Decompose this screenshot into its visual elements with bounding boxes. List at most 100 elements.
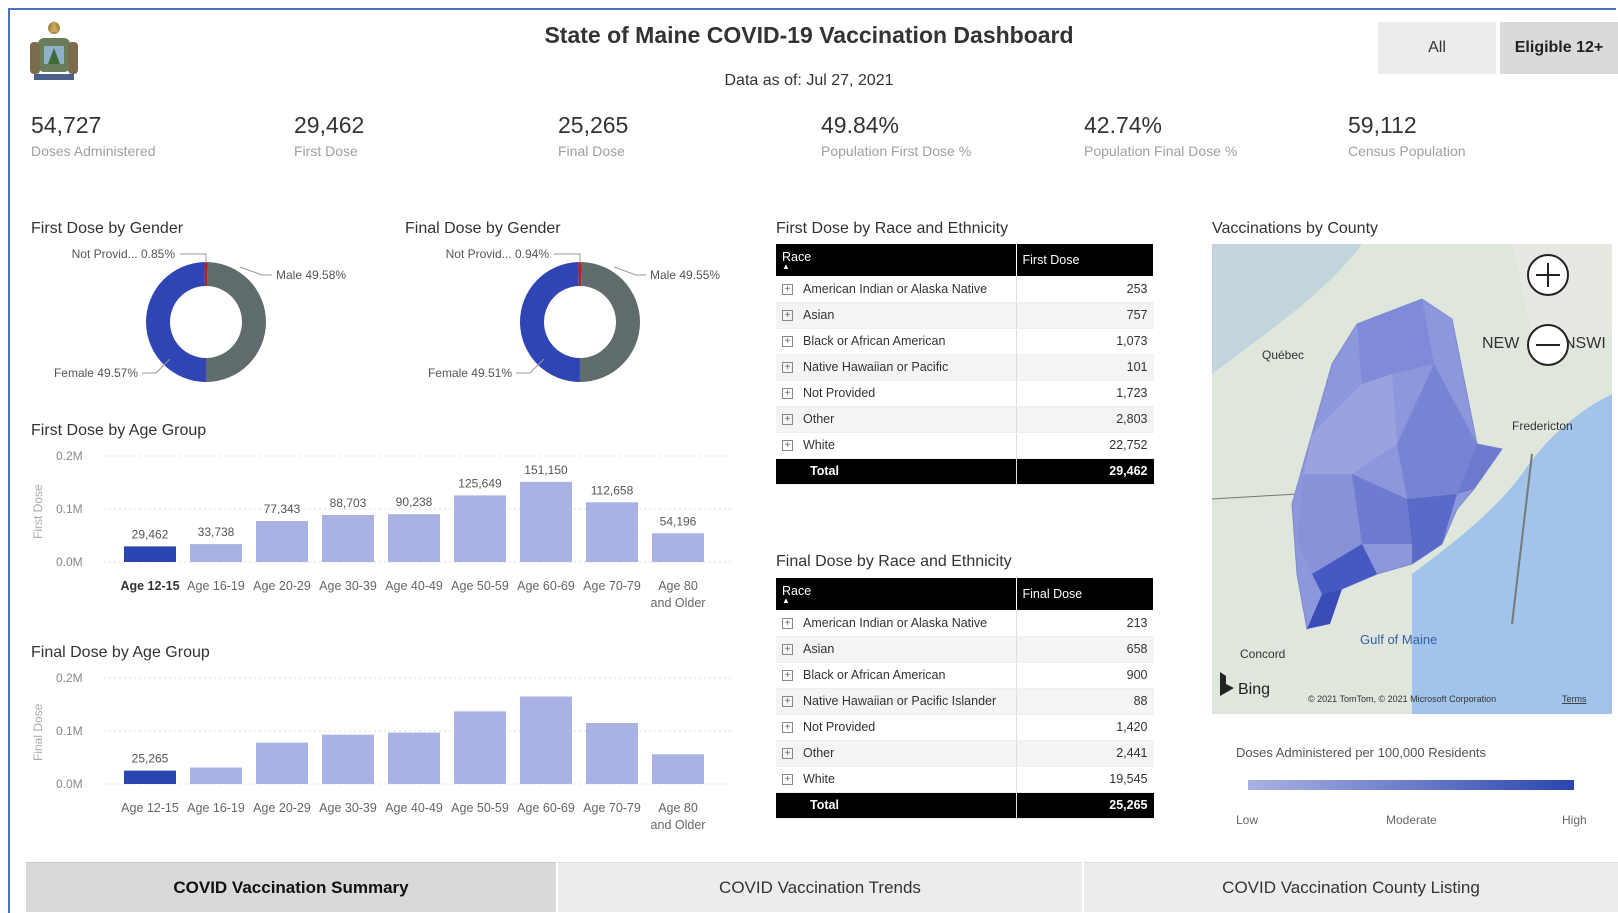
- table-row[interactable]: + White 19,545: [776, 766, 1154, 793]
- x-tick-label: Age 12-15: [121, 801, 179, 815]
- x-tick-label: Age 30-39: [319, 801, 377, 815]
- toggle-eligible-button[interactable]: Eligible 12+: [1500, 22, 1618, 74]
- kpi-label: Doses Administered: [31, 143, 156, 159]
- y-tick-label: 0.2M: [56, 449, 83, 463]
- expand-icon[interactable]: +: [782, 722, 793, 734]
- race-value: 2,803: [1015, 406, 1154, 433]
- bar[interactable]: [256, 742, 308, 784]
- expand-icon[interactable]: +: [782, 440, 793, 452]
- table-row[interactable]: + Black or African American 1,073: [776, 328, 1154, 355]
- table-row[interactable]: + White 22,752: [776, 432, 1154, 459]
- table-row[interactable]: + Asian 658: [776, 636, 1154, 663]
- table-row[interactable]: + Not Provided 1,723: [776, 380, 1154, 407]
- first-age-title: First Dose by Age Group: [31, 422, 207, 439]
- map-terms-link[interactable]: Terms: [1562, 694, 1587, 704]
- total-label: Total: [776, 458, 1016, 485]
- expand-icon[interactable]: +: [782, 774, 793, 786]
- zoom-in-button[interactable]: [1527, 254, 1569, 296]
- donut-slice-male[interactable]: [205, 262, 267, 382]
- race-value: 19,545: [1015, 766, 1154, 793]
- column-header-final-dose[interactable]: Final Dose: [1016, 578, 1154, 610]
- bar[interactable]: [586, 502, 638, 562]
- bar[interactable]: [520, 481, 572, 562]
- bar[interactable]: [322, 734, 374, 784]
- y-tick-label: 0.1M: [56, 724, 83, 738]
- column-header-race[interactable]: Race ▲: [776, 244, 1017, 276]
- kpi-label: First Dose: [294, 143, 358, 159]
- expand-icon[interactable]: +: [782, 670, 793, 682]
- toggle-all-button[interactable]: All: [1378, 22, 1496, 74]
- table-row[interactable]: + Not Provided 1,420: [776, 714, 1154, 741]
- kpi-population-first-dose: 49.84% Population First Dose %: [821, 112, 1061, 159]
- bar[interactable]: [190, 544, 242, 562]
- final-gender-donut[interactable]: Not Provid... 0.94% Male 49.55% Female 4…: [404, 242, 744, 392]
- first-gender-donut[interactable]: Not Provid... 0.85% Male 49.58% Female 4…: [30, 242, 370, 392]
- table-row[interactable]: + American Indian or Alaska Native 213: [776, 610, 1154, 637]
- bar[interactable]: [322, 514, 374, 562]
- race-label: Native Hawaiian or Pacific Islander: [803, 694, 997, 708]
- bar[interactable]: [652, 533, 704, 562]
- table-row[interactable]: + Asian 757: [776, 302, 1154, 329]
- final-age-bar-chart[interactable]: Final Dose 0.0M 0.1M 0.2M 25,265 Age 12-15 Age…: [20, 670, 760, 845]
- donut-slice-male[interactable]: [579, 262, 641, 382]
- map-label-gulf: Gulf of Maine: [1360, 632, 1437, 647]
- data-date: Data as of: Jul 27, 2021: [724, 72, 894, 89]
- total-value: 29,462: [1015, 458, 1154, 485]
- expand-icon[interactable]: +: [782, 414, 793, 426]
- table-row[interactable]: + Other 2,441: [776, 740, 1154, 767]
- x-tick-label: Age 30-39: [319, 579, 377, 593]
- table-row[interactable]: + Other 2,803: [776, 406, 1154, 433]
- bar[interactable]: [586, 723, 638, 784]
- kpi-value: 29,462: [294, 112, 365, 138]
- bar[interactable]: [454, 711, 506, 784]
- final-gender-notprovided-label: Not Provid... 0.94%: [446, 247, 550, 261]
- tab-vaccination-trends[interactable]: COVID Vaccination Trends: [558, 862, 1082, 912]
- expand-icon[interactable]: +: [782, 283, 793, 295]
- bar[interactable]: [256, 521, 308, 562]
- map-label-fredericton: Fredericton: [1512, 419, 1573, 433]
- expand-icon[interactable]: +: [782, 696, 793, 708]
- table-row[interactable]: + Native Hawaiian or Pacific Islander 88: [776, 688, 1154, 715]
- donut-slice-female[interactable]: [145, 262, 206, 382]
- bar[interactable]: [520, 696, 572, 784]
- expand-icon[interactable]: +: [782, 336, 793, 348]
- kpi-label: Census Population: [1348, 143, 1466, 159]
- first-age-bar-chart[interactable]: First Dose 0.0M 0.1M 0.2M 29,462 Age 12-15 33,…: [20, 448, 760, 623]
- expand-icon[interactable]: +: [782, 388, 793, 400]
- bar[interactable]: [652, 754, 704, 784]
- race-value: 88: [1015, 688, 1154, 715]
- expand-icon[interactable]: +: [782, 748, 793, 760]
- tab-county-listing[interactable]: COVID Vaccination County Listing: [1084, 862, 1618, 912]
- column-header-first-dose[interactable]: First Dose: [1016, 244, 1154, 276]
- race-label: Asian: [803, 642, 835, 656]
- bar[interactable]: [388, 732, 440, 784]
- zoom-out-button[interactable]: [1527, 324, 1569, 366]
- data-label: 25,265: [132, 752, 169, 766]
- x-tick-label: Age 16-19: [187, 579, 245, 593]
- first-gender-female-label: Female 49.57%: [54, 366, 138, 380]
- race-label: Other: [803, 412, 835, 426]
- bar[interactable]: [454, 495, 506, 562]
- county-map[interactable]: Québec NEW NSWI Fredericton Gulf of Main…: [1212, 244, 1612, 714]
- race-label: Not Provided: [803, 720, 876, 734]
- bar[interactable]: [124, 770, 176, 784]
- expand-icon[interactable]: +: [782, 362, 793, 374]
- x-tick-label: Age 60-69: [517, 579, 575, 593]
- table-row[interactable]: + Black or African American 900: [776, 662, 1154, 689]
- kpi-population-final-dose: 42.74% Population Final Dose %: [1084, 112, 1324, 159]
- bar[interactable]: [124, 546, 176, 562]
- bar[interactable]: [190, 767, 242, 784]
- race-value: 1,073: [1015, 328, 1154, 355]
- expand-icon[interactable]: +: [782, 617, 793, 629]
- expand-icon[interactable]: +: [782, 310, 793, 322]
- bar[interactable]: [388, 514, 440, 562]
- x-tick-label: Age 70-79: [583, 801, 641, 815]
- donut-slice-female[interactable]: [519, 262, 580, 382]
- tab-vaccination-summary[interactable]: COVID Vaccination Summary: [26, 862, 556, 912]
- expand-icon[interactable]: +: [782, 644, 793, 656]
- table-row[interactable]: + American Indian or Alaska Native 253: [776, 276, 1154, 303]
- column-header-race[interactable]: Race ▲: [776, 578, 1017, 610]
- table-row[interactable]: + Native Hawaiian or Pacific 101: [776, 354, 1154, 381]
- x-tick-label: Age 20-29: [253, 801, 311, 815]
- legend-title: Doses Administered per 100,000 Residents: [1236, 745, 1487, 760]
